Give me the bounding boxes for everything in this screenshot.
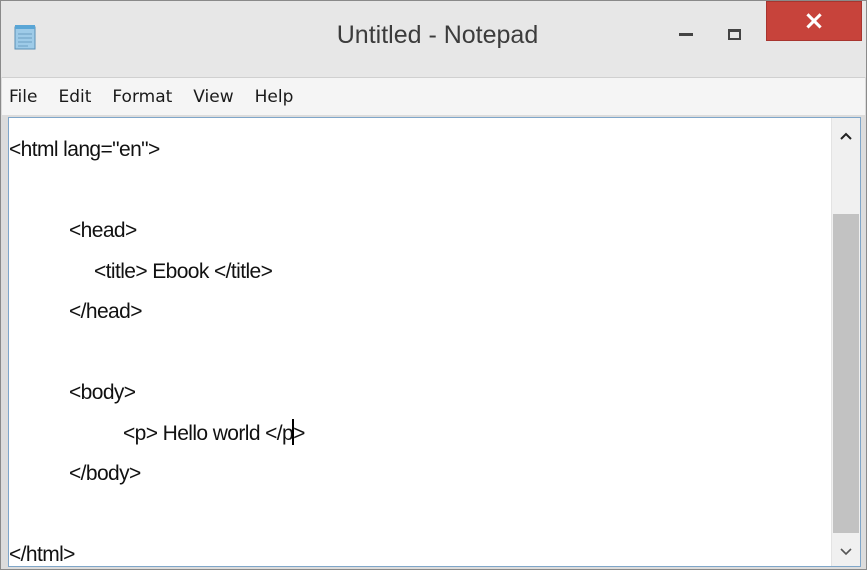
scroll-up-button[interactable]	[832, 122, 860, 150]
menu-bar: File Edit Format View Help	[2, 77, 865, 115]
editor-line-caret: <p> Hello world </p>	[9, 414, 831, 455]
text-editor[interactable]: <html lang="en"> <head> <title> Ebook </…	[9, 118, 831, 566]
text-after-caret: >	[293, 421, 305, 445]
editor-line: </head>	[69, 300, 142, 323]
editor-line: <title> Ebook </title>	[94, 259, 273, 283]
editor-line: </html>	[9, 543, 75, 566]
menu-edit[interactable]: Edit	[58, 87, 91, 107]
chevron-up-icon	[840, 132, 852, 140]
editor-line: <head>	[69, 219, 137, 242]
chevron-down-icon	[840, 548, 852, 556]
text-editor-frame: <html lang="en"> <head> <title> Ebook </…	[8, 117, 861, 567]
editor-line: <html lang="en">	[9, 138, 160, 161]
menu-format[interactable]: Format	[112, 87, 172, 107]
maximize-button[interactable]	[711, 15, 757, 53]
vertical-scrollbar[interactable]	[831, 118, 860, 566]
close-button[interactable]: ×	[766, 1, 862, 41]
editor-line: <body>	[69, 381, 136, 404]
editor-line: </body>	[69, 462, 141, 485]
title-bar[interactable]: Untitled - Notepad ×	[1, 1, 866, 77]
text-before-caret: <p> Hello world </p	[123, 421, 294, 445]
maximize-icon	[727, 28, 741, 40]
menu-view[interactable]: View	[193, 87, 233, 107]
scroll-down-button[interactable]	[832, 538, 860, 566]
menu-file[interactable]: File	[9, 87, 37, 107]
close-icon: ×	[803, 6, 825, 36]
minimize-button[interactable]	[663, 15, 709, 53]
notepad-window: Untitled - Notepad × File Edit Format Vi…	[0, 0, 867, 570]
scroll-thumb[interactable]	[833, 214, 859, 533]
minimize-icon	[679, 32, 693, 36]
menu-help[interactable]: Help	[255, 87, 294, 107]
